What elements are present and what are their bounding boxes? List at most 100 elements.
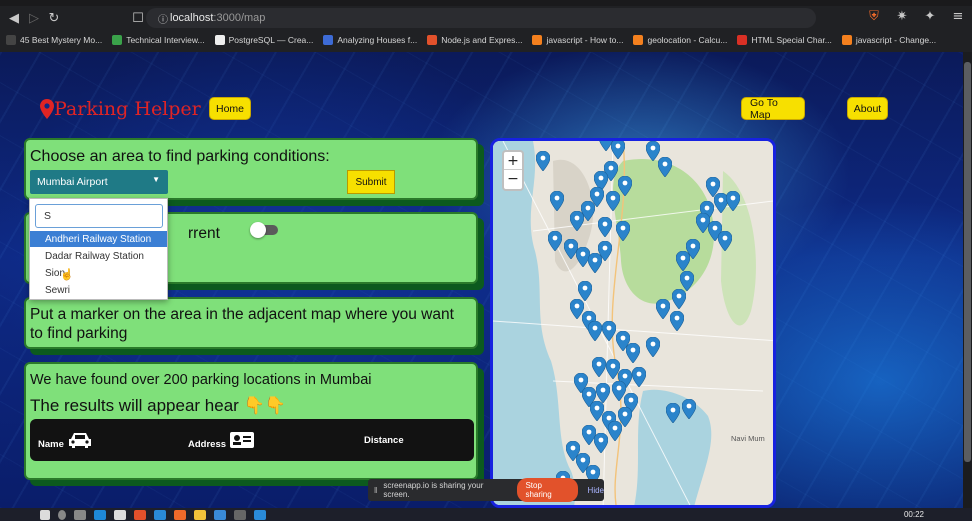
map-marker-icon[interactable] xyxy=(618,176,632,196)
map-marker-icon[interactable] xyxy=(670,311,684,331)
bookmark-item[interactable]: 45 Best Mystery Mo... xyxy=(6,35,102,45)
chevron-down-icon: ▼ xyxy=(152,175,160,184)
dropdown-option[interactable]: Sewri xyxy=(30,282,167,298)
search-icon[interactable] xyxy=(58,509,66,520)
map-marker-icon[interactable] xyxy=(570,211,584,231)
reload-icon[interactable]: ↻ xyxy=(44,11,64,26)
map-marker-icon[interactable] xyxy=(676,251,690,271)
marker-card: Put a marker on the area in the adjacent… xyxy=(24,297,478,349)
scrollbar-thumb[interactable] xyxy=(964,62,971,462)
dropdown-option[interactable]: Sion xyxy=(30,265,167,281)
map-pin-icon xyxy=(40,99,54,119)
edge-icon[interactable] xyxy=(94,509,106,520)
map-marker-icon[interactable] xyxy=(646,337,660,357)
map-marker-icon[interactable] xyxy=(611,139,625,159)
map-marker-icon[interactable] xyxy=(726,191,740,211)
page-scrollbar[interactable] xyxy=(963,52,972,508)
map-marker-icon[interactable] xyxy=(594,433,608,453)
chrome-icon[interactable] xyxy=(134,509,146,520)
column-distance: Distance xyxy=(364,434,404,446)
submit-button[interactable]: Submit xyxy=(347,170,395,194)
map-marker-icon[interactable] xyxy=(550,191,564,211)
windows-start-icon[interactable] xyxy=(40,509,50,520)
results-found-text: We have found over 200 parking locations… xyxy=(30,372,372,388)
map-marker-icon[interactable] xyxy=(656,299,670,319)
bookmark-item[interactable]: javascript - How to... xyxy=(532,35,623,45)
store-icon[interactable] xyxy=(114,509,126,520)
toggle-knob xyxy=(250,222,266,238)
taskview-icon[interactable] xyxy=(74,509,86,520)
browser-chrome: ◀ ▷ ↻ ☐ ⓘ localhost :3000/map ⛨ ✷ ✦ ≡ 45… xyxy=(0,0,972,52)
brand[interactable]: Parking Helper xyxy=(40,98,201,120)
about-button[interactable]: About xyxy=(847,97,888,120)
app-icon[interactable] xyxy=(234,509,246,520)
forward-icon[interactable]: ▷ xyxy=(24,11,44,26)
map-marker-icon[interactable] xyxy=(596,383,610,403)
bookmark-item[interactable]: Node.js and Expres... xyxy=(427,35,522,45)
map-marker-icon[interactable] xyxy=(626,343,640,363)
mail-icon[interactable] xyxy=(154,509,166,520)
bookmark-page-icon[interactable]: ☐ xyxy=(128,11,148,26)
map-marker-icon[interactable] xyxy=(606,191,620,211)
app-icon[interactable] xyxy=(214,509,226,520)
go-to-map-button[interactable]: Go To Map xyxy=(741,97,805,121)
extension-icon[interactable]: ✷ xyxy=(892,9,912,24)
taskbar: 00:22 xyxy=(0,508,972,521)
area-dropdown: S Andheri Railway Station Dadar Railway … xyxy=(29,198,168,300)
map-marker-icon[interactable] xyxy=(616,221,630,241)
clock: 00:22 xyxy=(903,510,924,519)
map-marker-icon[interactable] xyxy=(578,281,592,301)
map[interactable]: Navi Mum + − xyxy=(490,138,776,508)
results-table: Name Address Distance xyxy=(30,419,474,461)
dropdown-option[interactable]: Andheri Railway Station xyxy=(30,231,167,247)
map-marker-icon[interactable] xyxy=(666,403,680,423)
car-icon xyxy=(68,433,91,448)
menu-icon[interactable]: ≡ xyxy=(948,9,968,24)
map-marker-icon[interactable] xyxy=(682,399,696,419)
stop-sharing-button[interactable]: Stop sharing xyxy=(517,478,578,502)
bookmark-item[interactable]: javascript - Change... xyxy=(841,35,936,45)
map-marker-icon[interactable] xyxy=(536,151,550,171)
site-info-icon[interactable]: ⓘ xyxy=(156,11,170,26)
bookmark-item[interactable]: HTML Special Char... xyxy=(737,35,832,45)
map-marker-icon[interactable] xyxy=(718,231,732,251)
share-message: screenapp.io is sharing your screen. xyxy=(383,481,484,499)
map-marker-icon[interactable] xyxy=(672,289,686,309)
brave-icon[interactable] xyxy=(174,509,186,520)
map-marker-icon[interactable] xyxy=(598,217,612,237)
pause-icon: ‖ xyxy=(374,485,378,495)
home-button[interactable]: Home xyxy=(209,97,251,120)
bookmark-item[interactable]: Analyzing Houses f... xyxy=(323,35,417,45)
map-marker-icon[interactable] xyxy=(632,367,646,387)
vscode-icon[interactable] xyxy=(254,509,266,520)
area-select[interactable]: Mumbai Airport ▼ xyxy=(30,170,168,194)
files-icon[interactable] xyxy=(194,509,206,520)
brave-shield-icon[interactable]: ⛨ xyxy=(864,9,884,24)
bookmark-favicon-icon xyxy=(112,35,123,45)
map-marker-icon[interactable] xyxy=(658,157,672,177)
nav-bar: ◀ ▷ ↻ ☐ ⓘ localhost :3000/map ⛨ ✷ ✦ ≡ xyxy=(0,6,972,30)
bookmark-item[interactable]: Technical Interview... xyxy=(112,35,205,45)
bookmark-item[interactable]: geolocation - Calcu... xyxy=(633,35,727,45)
bookmark-item[interactable]: PostgreSQL — Crea... xyxy=(214,35,313,45)
map-marker-icon[interactable] xyxy=(602,321,616,341)
puzzle-icon[interactable]: ✦ xyxy=(920,9,940,24)
current-location-label: rrent xyxy=(188,225,220,242)
map-marker-icon[interactable] xyxy=(592,357,606,377)
map-marker-icon[interactable] xyxy=(608,421,622,441)
hide-button[interactable]: Hide xyxy=(588,486,604,495)
map-marker-icon[interactable] xyxy=(588,321,602,341)
bookmark-favicon-icon xyxy=(841,35,852,45)
bookmark-favicon-icon xyxy=(532,35,543,45)
map-marker-icon[interactable] xyxy=(598,241,612,261)
map-marker-icon[interactable] xyxy=(680,271,694,291)
bookmark-favicon-icon xyxy=(427,35,438,45)
current-location-toggle[interactable] xyxy=(250,222,278,238)
id-card-icon xyxy=(230,432,255,448)
dropdown-option[interactable]: Dadar Railway Station xyxy=(30,248,167,264)
column-name: Name xyxy=(38,419,93,461)
map-marker-icon[interactable] xyxy=(548,231,562,251)
dropdown-search-input[interactable]: S xyxy=(35,204,163,228)
back-icon[interactable]: ◀ xyxy=(4,11,24,26)
screen-share-bar: ‖ screenapp.io is sharing your screen. S… xyxy=(368,478,604,502)
